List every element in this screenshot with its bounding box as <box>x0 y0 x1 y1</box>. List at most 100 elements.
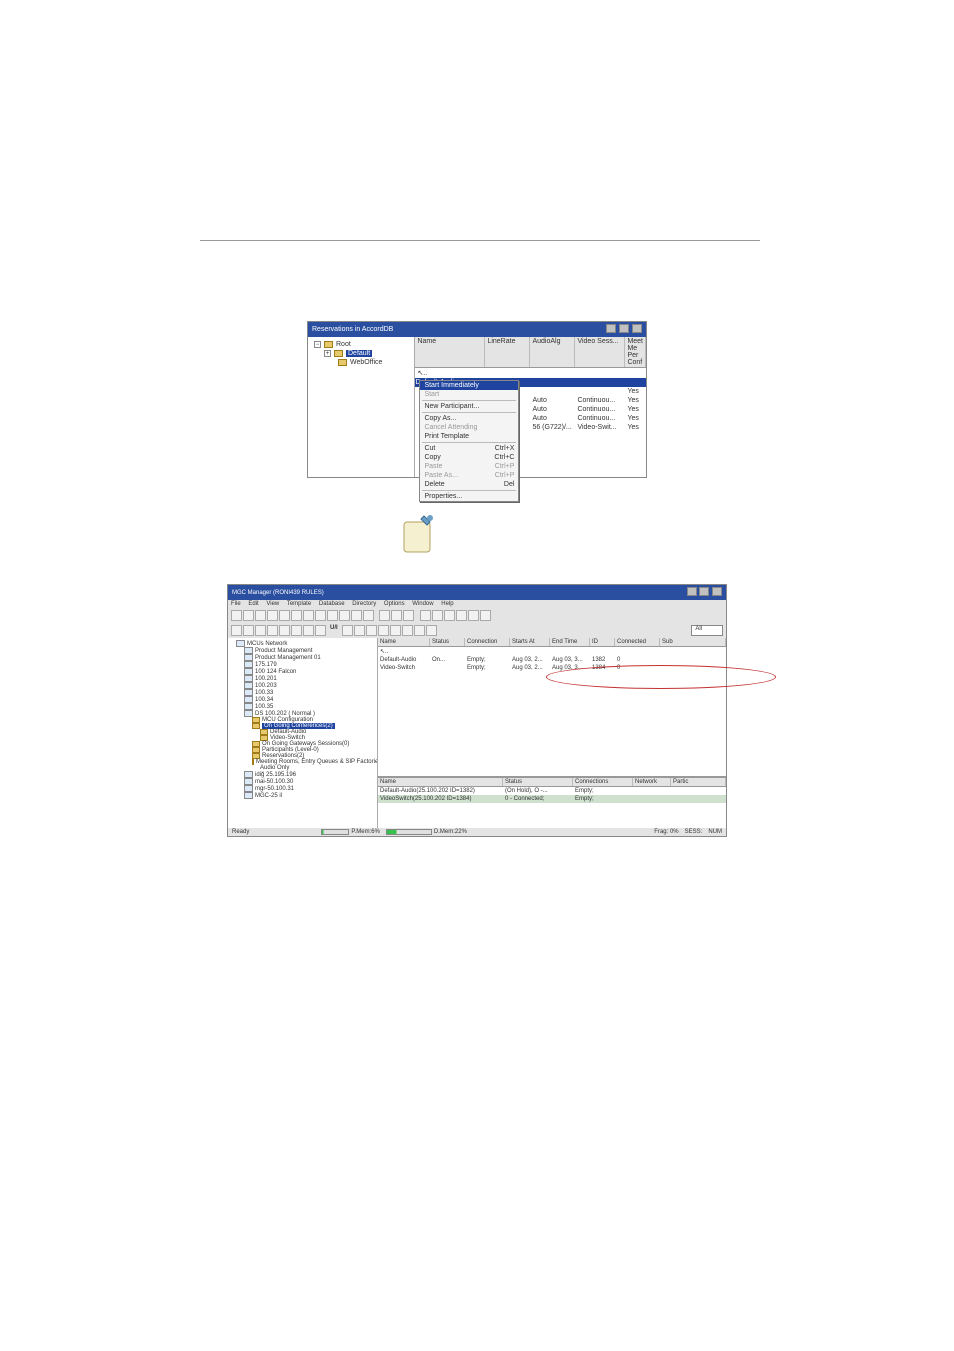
menu-new-participant[interactable]: New Participant... <box>420 402 518 411</box>
col-connected[interactable]: Connected <box>615 638 660 646</box>
toolbar-button[interactable] <box>339 610 350 621</box>
toolbar-button[interactable] <box>315 610 326 621</box>
menu-view[interactable]: View <box>266 601 279 607</box>
toolbar-button[interactable] <box>255 625 266 636</box>
toolbar-button[interactable] <box>327 610 338 621</box>
menu-delete[interactable]: DeleteDel <box>420 480 518 489</box>
tree-root[interactable]: − Root <box>310 340 412 349</box>
menu-copy[interactable]: CopyCtrl+C <box>420 453 518 462</box>
toolbar-button[interactable] <box>468 610 479 621</box>
toolbar-button[interactable] <box>378 625 389 636</box>
col-status[interactable]: Status <box>503 778 573 786</box>
maximize-button[interactable] <box>699 587 709 596</box>
menu-print-template[interactable]: Print Template <box>420 432 518 441</box>
expand-icon[interactable]: + <box>324 350 331 357</box>
toolbar-button[interactable] <box>351 610 362 621</box>
collapse-icon[interactable]: − <box>314 341 321 348</box>
col-name[interactable]: Name <box>378 638 430 646</box>
tree-item[interactable]: Product Management 01 <box>230 654 375 661</box>
tree-item[interactable]: 100 124 Falcon <box>230 668 375 675</box>
menu-properties[interactable]: Properties... <box>420 492 518 501</box>
toolbar-button[interactable] <box>243 625 254 636</box>
col-conntype[interactable]: Connections <box>573 778 633 786</box>
menu-template[interactable]: Template <box>287 601 311 607</box>
col-sub[interactable]: Sub <box>660 638 726 646</box>
menu-options[interactable]: Options <box>384 601 405 607</box>
toolbar-button[interactable] <box>231 625 242 636</box>
tree-item[interactable]: 100.201 <box>230 675 375 682</box>
tree-item[interactable]: DS 100.202 ( Normal ) <box>230 710 375 717</box>
col-connection[interactable]: Connection <box>465 638 510 646</box>
toolbar-button[interactable] <box>456 610 467 621</box>
toolbar-button[interactable] <box>379 610 390 621</box>
toolbar-button[interactable] <box>426 625 437 636</box>
toolbar-button[interactable] <box>366 625 377 636</box>
toolbar-button[interactable] <box>432 610 443 621</box>
col-videosess[interactable]: Video Sess... <box>575 337 625 367</box>
toolbar-button[interactable] <box>342 625 353 636</box>
tree-item[interactable]: mgr-50.100.31 <box>230 785 375 792</box>
menu-start-immediately[interactable]: Start Immediately <box>420 381 518 390</box>
tree-item[interactable]: Meeting Rooms, Entry Queues & SIP Factor… <box>230 759 375 765</box>
menu-file[interactable]: File <box>231 601 241 607</box>
toolbar-button[interactable] <box>267 610 278 621</box>
grid-up-row[interactable]: ↖.. <box>378 647 726 656</box>
col-network[interactable]: Network <box>633 778 671 786</box>
tree-item[interactable]: mai-50.100.30 <box>230 778 375 785</box>
toolbar-button[interactable] <box>315 625 326 636</box>
tree-item[interactable]: MGC-25 il <box>230 792 375 799</box>
menu-help[interactable]: Help <box>441 601 453 607</box>
col-name[interactable]: Name <box>378 778 503 786</box>
tree-item[interactable]: 175.179 <box>230 661 375 668</box>
col-starts[interactable]: Starts At <box>510 638 550 646</box>
tree-item[interactable]: 100.34 <box>230 696 375 703</box>
toolbar-button[interactable] <box>354 625 365 636</box>
toolbar-button[interactable] <box>391 610 402 621</box>
toolbar-button[interactable] <box>390 625 401 636</box>
toolbar-button[interactable] <box>279 625 290 636</box>
toolbar-button[interactable] <box>444 610 455 621</box>
toolbar-button[interactable] <box>267 625 278 636</box>
toolbar-button[interactable] <box>402 625 413 636</box>
toolbar-button[interactable] <box>243 610 254 621</box>
tree-item[interactable]: 100.35 <box>230 703 375 710</box>
col-linerate[interactable]: LineRate <box>485 337 530 367</box>
lower-row[interactable]: Default-Audio(25.100.202 ID=1382) (On Ho… <box>378 787 726 795</box>
toolbar-button[interactable] <box>279 610 290 621</box>
menu-edit[interactable]: Edit <box>248 601 258 607</box>
col-name[interactable]: Name <box>415 337 485 367</box>
toolbar-button[interactable] <box>231 610 242 621</box>
col-endtime[interactable]: End Time <box>550 638 590 646</box>
col-meetme[interactable]: Meet Me Per Conf <box>625 337 646 367</box>
minimize-button[interactable] <box>606 324 616 333</box>
lower-row[interactable]: VideoSwitch(25.100.202 ID=1384) 0 - Conn… <box>378 795 726 803</box>
toolbar-button[interactable] <box>303 625 314 636</box>
toolbar-button[interactable] <box>480 610 491 621</box>
grid-row[interactable]: Default-Audio On... Empty; Aug 03, 2... … <box>378 656 726 664</box>
menu-copy-as[interactable]: Copy As... <box>420 414 518 423</box>
toolbar-button[interactable] <box>255 610 266 621</box>
minimize-button[interactable] <box>687 587 697 596</box>
toolbar-button[interactable] <box>303 610 314 621</box>
toolbar-button[interactable] <box>363 610 374 621</box>
tree-item[interactable]: Product Management <box>230 647 375 654</box>
toolbar-button[interactable] <box>420 610 431 621</box>
toolbar-button[interactable] <box>291 610 302 621</box>
toolbar-button[interactable] <box>414 625 425 636</box>
close-button[interactable] <box>632 324 642 333</box>
toolbar-button[interactable] <box>403 610 414 621</box>
col-id[interactable]: ID <box>590 638 615 646</box>
toolbar-button[interactable] <box>291 625 302 636</box>
menu-database[interactable]: Database <box>319 601 345 607</box>
menu-cut[interactable]: CutCtrl+X <box>420 444 518 453</box>
tree-weboffice[interactable]: WebOffice <box>310 358 412 367</box>
tree-default[interactable]: + Default <box>310 349 412 358</box>
tree-item[interactable]: 100.203 <box>230 682 375 689</box>
col-partic[interactable]: Partic <box>671 778 726 786</box>
menu-directory[interactable]: Directory <box>352 601 376 607</box>
menu-window[interactable]: Window <box>412 601 433 607</box>
tree-item[interactable]: 100.33 <box>230 689 375 696</box>
col-status[interactable]: Status <box>430 638 465 646</box>
tree-item[interactable]: idiğ 25.195.196 <box>230 771 375 778</box>
close-button[interactable] <box>712 587 722 596</box>
